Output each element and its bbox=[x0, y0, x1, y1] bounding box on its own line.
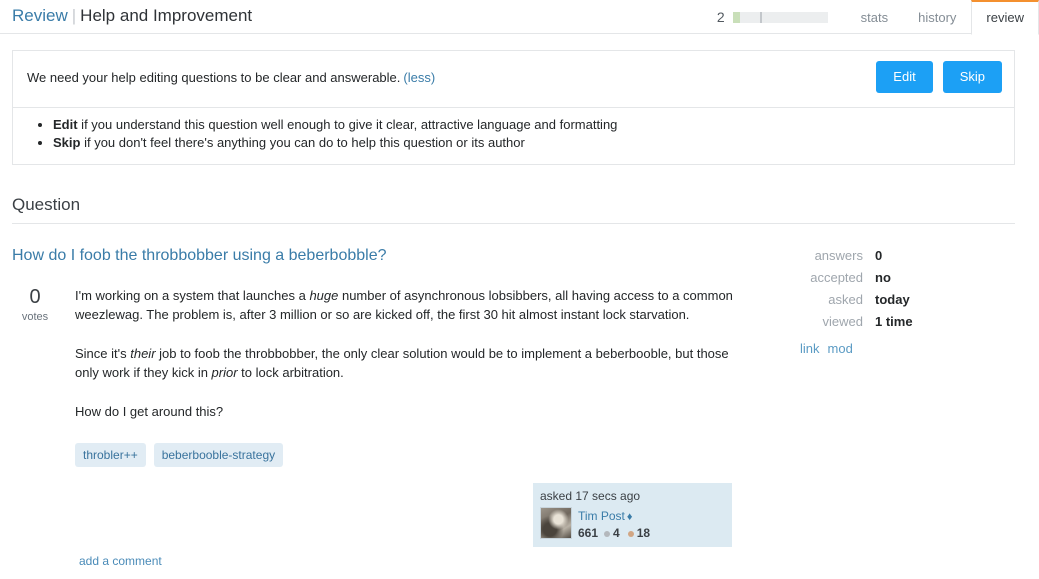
question-title-link[interactable]: How do I foob the throbbobber using a be… bbox=[12, 247, 387, 264]
notice-header: We need your help editing questions to b… bbox=[13, 51, 1014, 108]
tab-stats[interactable]: stats bbox=[846, 0, 903, 35]
paragraph-2-part-1: Since it's bbox=[75, 346, 131, 361]
stats-key-accepted: accepted bbox=[810, 270, 863, 285]
user-name-link[interactable]: Tim Post bbox=[578, 509, 625, 523]
stats-value-accepted: no bbox=[875, 270, 891, 285]
question-paragraph-1: I'm working on a system that launches a … bbox=[75, 286, 735, 324]
stats-row-viewed: viewed 1 time bbox=[795, 311, 995, 333]
user-card-action: asked 17 secs ago bbox=[540, 489, 641, 503]
add-comment-link[interactable]: add a comment bbox=[79, 554, 162, 569]
review-instructions-panel: We need your help editing questions to b… bbox=[12, 50, 1015, 165]
edit-button[interactable]: Edit bbox=[876, 61, 933, 93]
user-card-row: Tim Post ♦ 661 4 18 bbox=[540, 507, 725, 541]
silver-badge-icon bbox=[604, 530, 611, 537]
breadcrumb-review-link[interactable]: Review bbox=[12, 6, 68, 25]
notice-bullet-list: Edit if you understand this question wel… bbox=[27, 116, 1000, 151]
user-name-row: Tim Post ♦ bbox=[578, 508, 658, 524]
tag-beberbooble-strategy[interactable]: beberbooble-strategy bbox=[153, 443, 284, 467]
review-page: Review | Help and Improvement 2 stats hist… bbox=[0, 0, 1039, 579]
stats-row-answers: answers 0 bbox=[795, 245, 995, 267]
user-reputation-row: 661 4 18 bbox=[578, 526, 658, 541]
breadcrumb: Review | Help and Improvement bbox=[12, 4, 252, 28]
moderator-diamond-icon: ♦ bbox=[626, 511, 633, 523]
breadcrumb-separator: | bbox=[71, 6, 77, 25]
notice-body: Edit if you understand this question wel… bbox=[13, 108, 1014, 164]
question-paragraph-3: How do I get around this? bbox=[75, 402, 735, 421]
question-paragraph-2: Since it's their job to foob the throbbo… bbox=[75, 344, 735, 382]
user-card-meta: Tim Post ♦ 661 4 18 bbox=[578, 507, 658, 541]
question-stats-panel: answers 0 accepted no asked today viewed… bbox=[795, 245, 995, 356]
reputation-count: 661 bbox=[578, 526, 599, 540]
progress-count: 2 bbox=[716, 9, 725, 25]
silver-badge-count: 4 bbox=[613, 526, 620, 540]
paragraph-2-part-2: job to foob the throbbobber, the only cl… bbox=[75, 346, 729, 380]
notice-bullet-skip-text: if you don't feel there's anything you c… bbox=[80, 135, 525, 150]
vote-count: 0 bbox=[29, 286, 41, 308]
paragraph-2-part-3: to lock arbitration. bbox=[237, 365, 344, 380]
asker-user-card: asked 17 secs ago Tim Post ♦ 661 4 18 bbox=[533, 483, 732, 547]
tag-list: throbler++ beberbooble-strategy bbox=[75, 441, 1039, 467]
section-divider bbox=[12, 223, 1015, 224]
paragraph-3-part-1: How do I get around this? bbox=[75, 404, 224, 419]
tab-review[interactable]: review bbox=[971, 0, 1039, 35]
progress-tick bbox=[759, 11, 762, 23]
link-mod[interactable]: mod bbox=[828, 341, 853, 356]
stats-value-asked: today bbox=[875, 292, 910, 307]
section-heading-question: Question bbox=[12, 195, 81, 214]
bronze-badge-icon bbox=[627, 530, 634, 537]
stats-key-asked: asked bbox=[828, 292, 863, 307]
paragraph-2-emphasis-2: prior bbox=[211, 365, 238, 380]
notice-bullet-skip-bold: Skip bbox=[53, 135, 81, 150]
paragraph-1-emphasis-1: huge bbox=[309, 288, 339, 303]
tag-throbler[interactable]: throbler++ bbox=[75, 443, 146, 467]
skip-button[interactable]: Skip bbox=[942, 61, 1002, 93]
vote-panel: 0 votes bbox=[12, 286, 58, 324]
notice-bullet-edit: Edit if you understand this question wel… bbox=[53, 116, 1000, 133]
link-share[interactable]: link bbox=[800, 341, 820, 356]
stats-key-viewed: viewed bbox=[822, 314, 863, 329]
notice-text: We need your help editing questions to b… bbox=[27, 70, 401, 85]
notice-bullet-edit-text: if you understand this question well eno… bbox=[77, 117, 618, 132]
paragraph-2-emphasis-1: their bbox=[130, 346, 156, 361]
vote-label: votes bbox=[21, 311, 49, 323]
question-body: I'm working on a system that launches a … bbox=[75, 286, 735, 421]
notice-bullet-skip: Skip if you don't feel there's anything … bbox=[53, 134, 1000, 151]
stats-key-answers: answers bbox=[814, 248, 863, 263]
notice-bullet-edit-bold: Edit bbox=[53, 117, 78, 132]
header-tabs: stats history review bbox=[846, 0, 1039, 35]
progress-bar bbox=[732, 11, 828, 23]
stats-row-asked: asked today bbox=[795, 289, 995, 311]
header-right-group: 2 stats history review bbox=[717, 0, 1039, 35]
page-header: Review | Help and Improvement 2 stats hist… bbox=[0, 0, 1039, 35]
stats-row-accepted: accepted no bbox=[795, 267, 995, 289]
paragraph-1-part-1: I'm working on a system that launches a bbox=[75, 288, 310, 303]
tab-history[interactable]: history bbox=[903, 0, 971, 35]
notice-less-link[interactable]: (less) bbox=[403, 70, 435, 85]
progress-fill bbox=[732, 11, 740, 23]
review-progress: 2 bbox=[717, 0, 846, 34]
breadcrumb-current: Help and Improvement bbox=[80, 6, 253, 25]
avatar[interactable] bbox=[540, 507, 572, 539]
stats-value-answers: 0 bbox=[875, 248, 883, 263]
stats-value-viewed: 1 time bbox=[875, 314, 913, 329]
notice-actions: Edit Skip bbox=[876, 61, 1002, 93]
stats-links: link mod bbox=[795, 341, 995, 356]
bronze-badge-count: 18 bbox=[636, 526, 651, 540]
